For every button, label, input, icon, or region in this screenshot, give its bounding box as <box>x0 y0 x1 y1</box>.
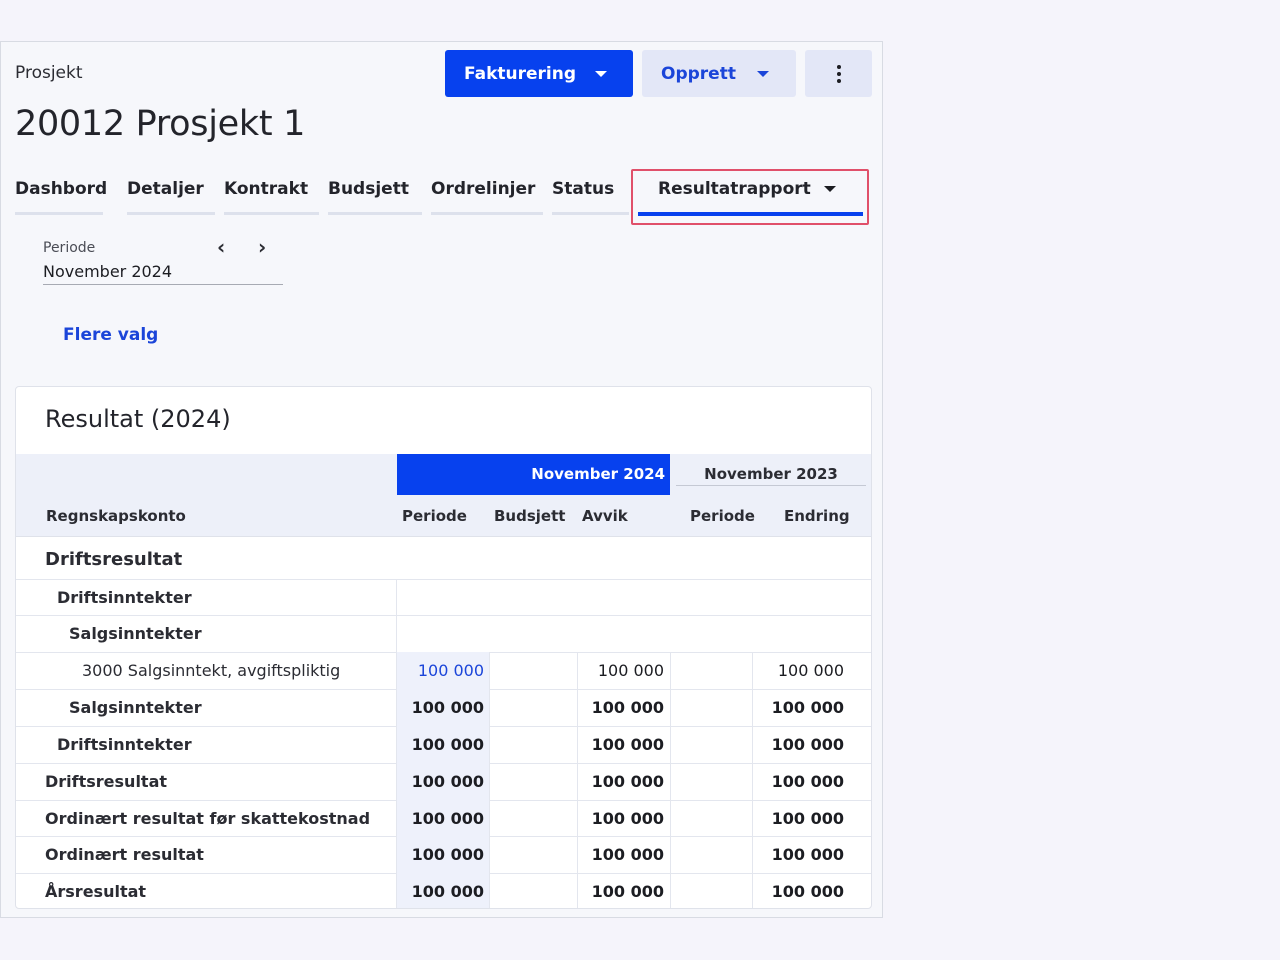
table-row: Ordinært resultat 100 000 100 000 100 000 <box>16 836 871 874</box>
row-label: Salgsinntekter <box>69 624 202 643</box>
table-row: Driftsresultat 100 000 100 000 100 000 <box>16 763 871 801</box>
tab-contract[interactable]: Kontrakt <box>224 176 319 215</box>
column-separator <box>670 836 671 873</box>
more-options-link[interactable]: Flere valg <box>63 325 158 345</box>
invoicing-button[interactable]: Fakturering <box>445 50 633 97</box>
table-row: Ordinært resultat før skattekostnad 100 0… <box>16 800 871 837</box>
row-value-diff: 100 000 <box>591 882 664 901</box>
col-budget-header[interactable]: Budsjett <box>494 507 565 525</box>
chevron-right-icon[interactable]: › <box>258 235 266 259</box>
breadcrumb[interactable]: Prosjekt <box>15 63 83 83</box>
column-separator <box>670 652 671 689</box>
table-row: Driftsinntekter 100 000 100 000 100 000 <box>16 726 871 764</box>
table-row: 3000 Salgsinntekt, avgiftspliktig 100 000… <box>16 652 871 690</box>
row-label: Driftsresultat <box>45 549 183 570</box>
kebab-menu-icon <box>836 64 841 83</box>
row-value-period: 100 000 <box>411 882 484 901</box>
chevron-down-icon <box>757 71 769 77</box>
row-label: Driftsinntekter <box>57 588 192 607</box>
col-change-header[interactable]: Endring <box>784 507 850 525</box>
row-value-change: 100 000 <box>771 772 844 791</box>
row-value-diff: 100 000 <box>591 845 664 864</box>
column-separator <box>396 579 397 615</box>
row-label: Driftsinntekter <box>57 735 192 754</box>
row-label: Årsresultat <box>45 882 147 901</box>
column-separator <box>670 689 671 726</box>
period-underline <box>43 284 283 285</box>
invoicing-button-label: Fakturering <box>464 63 577 84</box>
row-value-change: 100 000 <box>771 698 844 717</box>
row-value-period: 100 000 <box>411 772 484 791</box>
create-button[interactable]: Opprett <box>642 50 796 97</box>
tab-status[interactable]: Status <box>552 176 629 215</box>
row-value-period: 100 000 <box>411 809 484 828</box>
row-label[interactable]: 3000 Salgsinntekt, avgiftspliktig <box>82 661 340 680</box>
col-prev-period-header[interactable]: Periode <box>690 507 755 525</box>
row-value-diff: 100 000 <box>597 661 664 680</box>
page-title: 20012 Prosjekt 1 <box>15 104 306 144</box>
row-value-diff: 100 000 <box>591 772 664 791</box>
row-value-period: 100 000 <box>411 735 484 754</box>
table-row: Årsresultat 100 000 100 000 100 000 <box>16 873 871 908</box>
row-value-diff: 100 000 <box>591 698 664 717</box>
row-value-diff: 100 000 <box>591 809 664 828</box>
column-separator <box>670 873 671 908</box>
table-row: Driftsresultat <box>16 537 871 580</box>
table-row: Driftsinntekter <box>16 579 871 616</box>
project-page: Prosjekt 20012 Prosjekt 1 Fakturering Op… <box>0 41 883 918</box>
report-title: Resultat (2024) <box>45 405 231 433</box>
column-separator <box>489 652 490 689</box>
current-period-cell-bg <box>397 579 489 615</box>
row-value-period: 100 000 <box>411 845 484 864</box>
column-separator <box>489 689 490 726</box>
column-separator <box>489 873 490 908</box>
column-separator <box>489 763 490 800</box>
create-button-label: Opprett <box>661 63 736 84</box>
header-previous-group: November 2023 <box>704 465 838 483</box>
tab-details[interactable]: Detaljer <box>127 176 215 215</box>
table-row: Salgsinntekter 100 000 100 000 100 000 <box>16 689 871 727</box>
column-separator <box>670 763 671 800</box>
row-value-change: 100 000 <box>771 845 844 864</box>
col-period-header[interactable]: Periode <box>402 507 467 525</box>
tab-result-report[interactable]: Resultatrapport <box>638 176 863 216</box>
row-value-change: 100 000 <box>771 735 844 754</box>
column-separator <box>489 726 490 763</box>
current-period-cell-bg <box>397 615 489 652</box>
tab-budget[interactable]: Budsjett <box>328 176 422 215</box>
row-value-period: 100 000 <box>411 698 484 717</box>
more-actions-button[interactable] <box>805 50 872 97</box>
column-separator <box>670 800 671 836</box>
col-account-header[interactable]: Regnskapskonto <box>46 507 186 525</box>
row-value-change: 100 000 <box>771 809 844 828</box>
row-value-change: 100 000 <box>771 882 844 901</box>
chevron-down-icon <box>595 71 607 77</box>
col-diff-header[interactable]: Avvik <box>582 507 628 525</box>
chevron-left-icon[interactable]: ‹ <box>217 235 225 259</box>
period-select[interactable]: November 2024 <box>43 262 172 281</box>
header-current-group: November 2024 <box>531 465 665 483</box>
row-value-period[interactable]: 100 000 <box>344 661 484 680</box>
result-report-card: Resultat (2024) November 2024 November 2… <box>15 386 872 909</box>
row-value-change: 100 000 <box>777 661 844 680</box>
row-value-diff: 100 000 <box>591 735 664 754</box>
row-label: Ordinært resultat før skattekostnad <box>45 809 371 828</box>
column-separator <box>396 615 397 652</box>
column-separator <box>489 800 490 836</box>
row-label: Ordinært resultat <box>45 845 204 864</box>
table-row: Salgsinntekter <box>16 615 871 653</box>
header-previous-underline <box>676 485 866 486</box>
tab-order-lines[interactable]: Ordrelinjer <box>431 176 543 215</box>
row-label: Salgsinntekter <box>69 698 202 717</box>
row-label: Driftsresultat <box>45 772 168 791</box>
chevron-down-icon <box>824 186 836 192</box>
column-separator <box>670 726 671 763</box>
column-separator <box>489 836 490 873</box>
period-label: Periode <box>43 240 96 256</box>
tab-dashboard[interactable]: Dashbord <box>15 176 107 215</box>
